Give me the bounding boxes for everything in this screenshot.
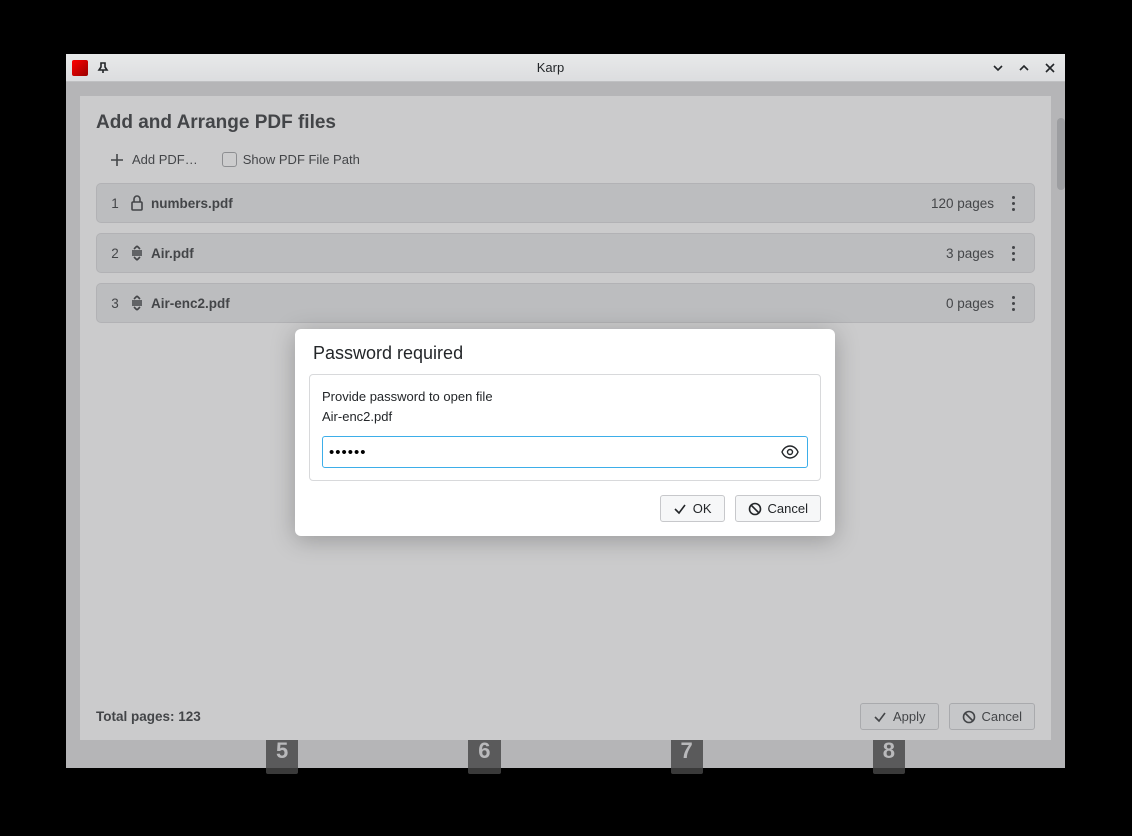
cancel-icon — [748, 502, 762, 516]
close-button[interactable] — [1041, 59, 1059, 77]
cancel-button[interactable]: Cancel — [735, 495, 821, 522]
pin-icon[interactable] — [94, 59, 112, 77]
maximize-button[interactable] — [1015, 59, 1033, 77]
ok-button[interactable]: OK — [660, 495, 725, 522]
minimize-button[interactable] — [989, 59, 1007, 77]
eye-icon — [781, 443, 799, 461]
password-prompt: Provide password to open file Air-enc2.p… — [322, 387, 808, 426]
check-icon — [673, 502, 687, 516]
cancel-label: Cancel — [768, 501, 808, 516]
app-window: Karp 5 6 7 8 Add and Arrange PDF files — [66, 54, 1065, 768]
reveal-password-button[interactable] — [779, 441, 801, 463]
password-dialog-title: Password required — [309, 343, 821, 364]
ok-label: OK — [693, 501, 712, 516]
window-title: Karp — [112, 60, 989, 75]
password-input[interactable] — [329, 444, 779, 461]
app-icon — [72, 60, 88, 76]
titlebar: Karp — [66, 54, 1065, 82]
password-dialog: Password required Provide password to op… — [295, 329, 835, 536]
